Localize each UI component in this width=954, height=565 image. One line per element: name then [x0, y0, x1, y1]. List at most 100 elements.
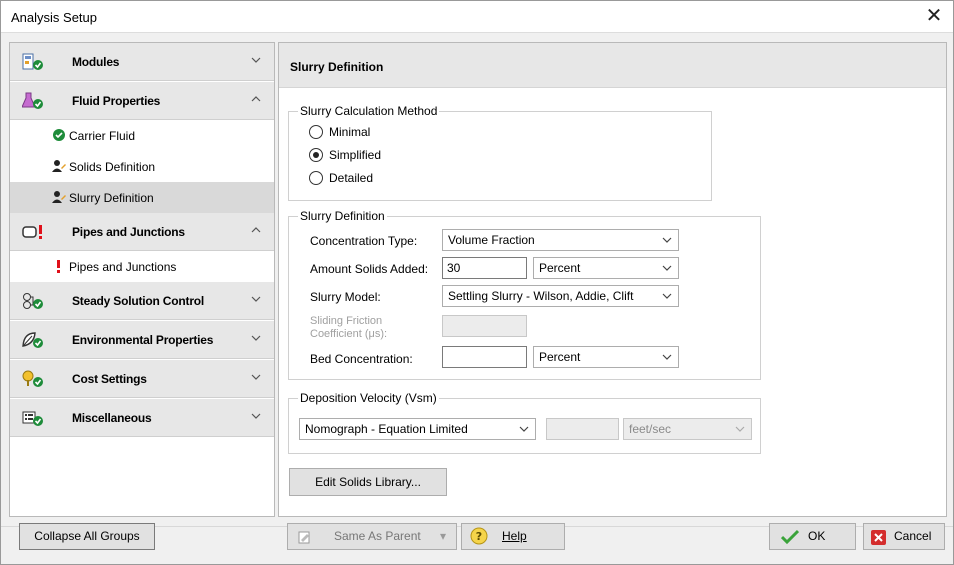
- page-title: Slurry Definition: [290, 60, 384, 74]
- group-label: Environmental Properties: [72, 333, 214, 347]
- chevron-down-icon: [251, 413, 261, 419]
- svg-text:?: ?: [476, 530, 482, 543]
- user-pen-icon: [52, 160, 66, 172]
- select-value: Percent: [539, 261, 581, 275]
- sliding-friction-input: [442, 315, 527, 337]
- slurry-model-select[interactable]: Settling Slurry - Wilson, Addie, Clift: [442, 285, 679, 307]
- radio-label: Simplified: [329, 148, 382, 162]
- close-icon[interactable]: ✕: [921, 4, 947, 30]
- sidebar: Modules Fluid Properties Carrier Fluid S…: [9, 42, 275, 517]
- solution-icon: [23, 293, 43, 309]
- group-label: Steady Solution Control: [72, 294, 205, 308]
- sliding-friction-label-2: Coefficient (μs):: [310, 328, 388, 340]
- group-label: Miscellaneous: [72, 411, 152, 425]
- deposition-method-select[interactable]: Nomograph - Equation Limited: [299, 418, 536, 440]
- group-title: Slurry Definition: [298, 209, 387, 223]
- ok-label: OK: [808, 529, 826, 543]
- title-bar: Analysis Setup ✕: [1, 1, 953, 33]
- help-icon: ?: [470, 527, 488, 545]
- group-environmental-properties[interactable]: Environmental Properties: [10, 321, 274, 359]
- settings-panel: Slurry Definition Slurry Calculation Met…: [278, 42, 947, 517]
- group-modules[interactable]: Modules: [10, 43, 274, 81]
- select-value: feet/sec: [629, 422, 672, 436]
- radio-button[interactable]: [309, 148, 323, 162]
- group-label: Pipes and Junctions: [72, 225, 185, 239]
- sidebar-item-label: Carrier Fluid: [69, 129, 136, 143]
- select-value: Percent: [539, 350, 581, 364]
- group-cost-settings[interactable]: Cost Settings: [10, 360, 274, 398]
- misc-icon: [22, 411, 43, 426]
- check-circle-icon: [53, 129, 65, 141]
- chevron-down-icon: [662, 237, 672, 243]
- cancel-label: Cancel: [894, 529, 932, 543]
- chevron-down-icon: [662, 354, 672, 360]
- input-value: 30: [447, 261, 461, 275]
- amount-unit-select[interactable]: Percent: [533, 257, 679, 279]
- help-label: Help: [502, 529, 527, 543]
- chevron-down-icon: [662, 265, 672, 271]
- chevron-down-icon: [251, 374, 261, 380]
- radio-label: Minimal: [329, 125, 371, 139]
- select-value: Volume Fraction: [448, 233, 535, 247]
- user-pen-icon: [52, 191, 66, 203]
- same-as-parent-label: Same As Parent: [334, 529, 421, 543]
- chevron-down-icon: [735, 426, 745, 432]
- pipe-icon: [22, 225, 42, 239]
- dropdown-arrow-icon: ▾: [440, 529, 447, 543]
- chevron-up-icon: [251, 96, 261, 102]
- flask-icon: [22, 92, 43, 109]
- group-pipes-and-junctions[interactable]: Pipes and Junctions: [10, 213, 274, 251]
- calc-method-group: Slurry Calculation Method Minimal Simpli…: [288, 104, 712, 201]
- group-title: Deposition Velocity (Vsm): [298, 391, 439, 405]
- edit-solids-library-button[interactable]: Edit Solids Library...: [289, 468, 447, 496]
- bed-concentration-label: Bed Concentration:: [310, 352, 413, 366]
- deposition-velocity-input: [546, 418, 619, 440]
- help-button[interactable]: ? Help: [461, 523, 565, 550]
- group-label: Modules: [72, 55, 120, 69]
- sliding-friction-label: Sliding Friction: [310, 315, 383, 327]
- select-value: Nomograph - Equation Limited: [305, 422, 468, 436]
- slurry-definition-group: Slurry Definition Concentration Type: Vo…: [288, 209, 761, 380]
- sidebar-item-label: Pipes and Junctions: [69, 260, 177, 274]
- amount-solids-input[interactable]: 30: [442, 257, 527, 279]
- group-title: Slurry Calculation Method: [298, 104, 440, 118]
- sidebar-item-slurry-definition[interactable]: Slurry Definition: [10, 182, 274, 213]
- radio-button[interactable]: [309, 125, 323, 139]
- group-miscellaneous[interactable]: Miscellaneous: [10, 399, 274, 437]
- sidebar-item-solids-definition[interactable]: Solids Definition: [10, 151, 274, 182]
- same-as-parent-button[interactable]: Same As Parent ▾: [287, 523, 457, 550]
- check-icon: [781, 529, 799, 545]
- leaf-icon: [22, 332, 43, 348]
- chevron-down-icon: [251, 296, 261, 302]
- concentration-type-label: Concentration Type:: [310, 234, 418, 248]
- bed-unit-select[interactable]: Percent: [533, 346, 679, 368]
- radio-label: Detailed: [329, 171, 374, 185]
- radio-button[interactable]: [309, 171, 323, 185]
- group-fluid-properties[interactable]: Fluid Properties: [10, 82, 274, 120]
- sidebar-item-carrier-fluid[interactable]: Carrier Fluid: [10, 120, 274, 151]
- amount-solids-label: Amount Solids Added:: [310, 262, 429, 276]
- chevron-down-icon: [251, 57, 261, 63]
- chevron-down-icon: [662, 293, 672, 299]
- window-title: Analysis Setup: [11, 10, 97, 25]
- sidebar-item-pipes-and-junctions[interactable]: Pipes and Junctions: [10, 251, 274, 282]
- sidebar-item-label: Solids Definition: [69, 160, 156, 174]
- chevron-down-icon: [519, 426, 529, 432]
- deposition-velocity-group: Deposition Velocity (Vsm) Nomograph - Eq…: [288, 391, 761, 454]
- select-value: Settling Slurry - Wilson, Addie, Clift: [448, 289, 634, 303]
- group-label: Cost Settings: [72, 372, 147, 386]
- cancel-button[interactable]: Cancel: [863, 523, 945, 550]
- modules-icon: [22, 53, 43, 70]
- chevron-up-icon: [251, 227, 261, 233]
- group-label: Fluid Properties: [72, 94, 161, 108]
- sidebar-item-label: Slurry Definition: [69, 191, 154, 205]
- warning-exclamation-icon: [57, 260, 60, 273]
- chevron-down-icon: [251, 335, 261, 341]
- concentration-type-select[interactable]: Volume Fraction: [442, 229, 679, 251]
- bed-concentration-input[interactable]: [442, 346, 527, 368]
- cost-icon: [22, 370, 43, 387]
- collapse-all-groups-button[interactable]: Collapse All Groups: [19, 523, 155, 550]
- ok-button[interactable]: OK: [769, 523, 856, 550]
- analysis-setup-dialog: Analysis Setup ✕ Modules Fluid Propertie: [0, 0, 954, 565]
- group-steady-solution-control[interactable]: Steady Solution Control: [10, 282, 274, 320]
